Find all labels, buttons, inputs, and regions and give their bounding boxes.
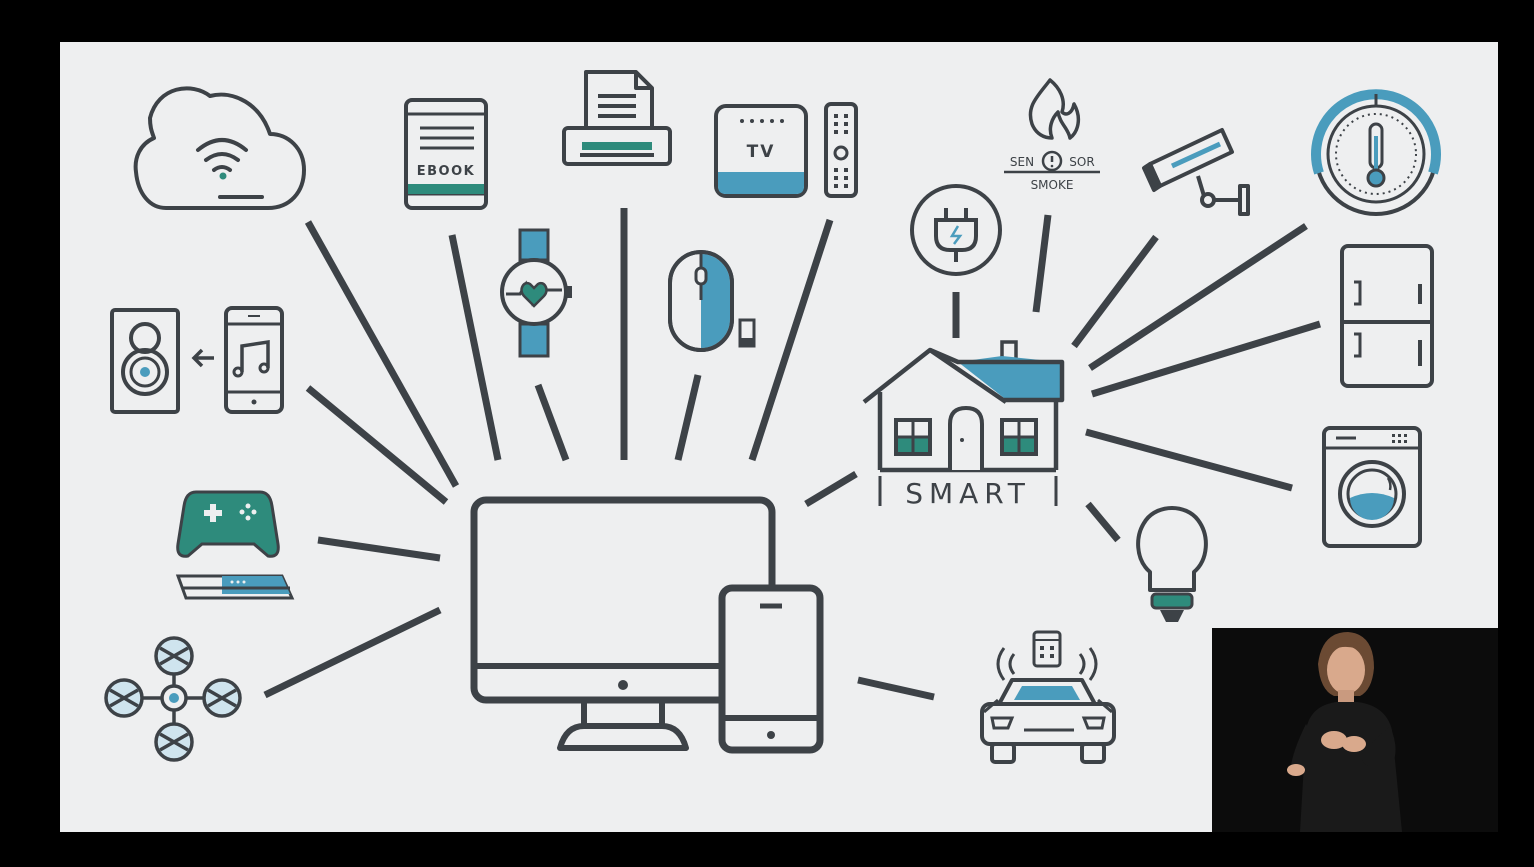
- ebook-reader-icon: EBOOK: [404, 98, 488, 210]
- tv-box-icon: TV: [714, 104, 808, 198]
- remote-control-icon: [824, 102, 858, 198]
- smoke-label: SMOKE: [1031, 178, 1074, 192]
- speaker-icon: [110, 308, 180, 414]
- sensor-label-right: SOR: [1069, 155, 1094, 169]
- smart-label: SMART: [905, 477, 1031, 510]
- thermostat-gauge-icon: [1311, 89, 1441, 216]
- fridge-icon: [1340, 244, 1434, 388]
- power-plug-icon: [910, 184, 1002, 276]
- smartphone-music-icon: [224, 306, 284, 414]
- sign-language-interpreter-video: [1212, 628, 1498, 832]
- washing-machine-icon: [1322, 426, 1422, 548]
- sensor-label-left: SEN: [1010, 155, 1034, 169]
- ebook-label: EBOOK: [417, 164, 475, 179]
- tv-label: TV: [747, 142, 776, 162]
- iot-diagram: EBOOK TV SEN SOR SMOKE SMART: [60, 42, 1498, 832]
- tablet-icon: [718, 584, 824, 754]
